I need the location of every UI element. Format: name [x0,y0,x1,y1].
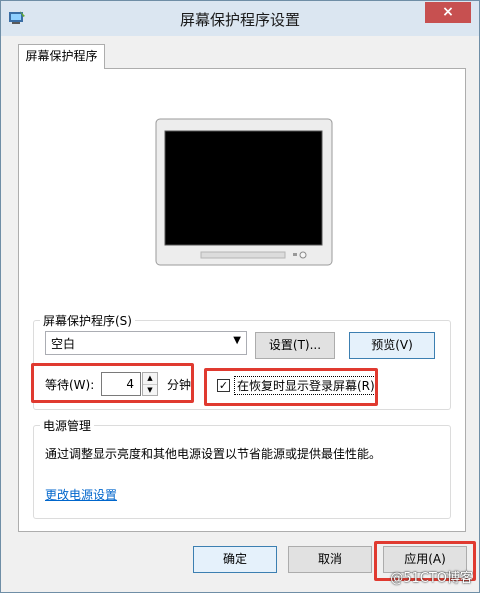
screensaver-settings-window: 屏幕保护程序设置 × 屏幕保护程序 屏幕保护程序(S) 空白 ▼ 设置(T)..… [0,0,480,593]
power-group: 电源管理 [33,417,451,519]
window-title: 屏幕保护程序设置 [179,11,300,29]
preview-button[interactable]: 预览(V) [349,332,435,359]
power-group-label: 电源管理 [40,417,95,434]
close-icon: × [442,4,454,20]
monitor-preview [155,118,333,266]
chevron-down-icon: ▼ [233,335,241,346]
tab-panel: 屏幕保护程序(S) 空白 ▼ 设置(T)... 预览(V) 等待(W): 4 ▲… [18,68,466,532]
tab-screensaver[interactable]: 屏幕保护程序 [18,44,105,69]
title-bar: 屏幕保护程序设置 × [1,1,479,36]
wait-highlight-box [31,363,194,403]
screensaver-select[interactable]: 空白 ▼ [45,331,247,355]
screensaver-group-label: 屏幕保护程序(S) [40,312,135,329]
screensaver-selected-value: 空白 [51,337,76,351]
close-button[interactable]: × [425,2,471,23]
watermark: @51CTO博客 [390,571,473,586]
power-description: 通过调整显示亮度和其他电源设置以节省能源或提供最佳性能。 [45,447,382,461]
ok-button[interactable]: 确定 [193,546,277,573]
resume-highlight-box [204,368,378,406]
change-power-settings-link[interactable]: 更改电源设置 [45,486,117,503]
settings-button[interactable]: 设置(T)... [255,332,335,359]
cancel-button[interactable]: 取消 [288,546,372,573]
